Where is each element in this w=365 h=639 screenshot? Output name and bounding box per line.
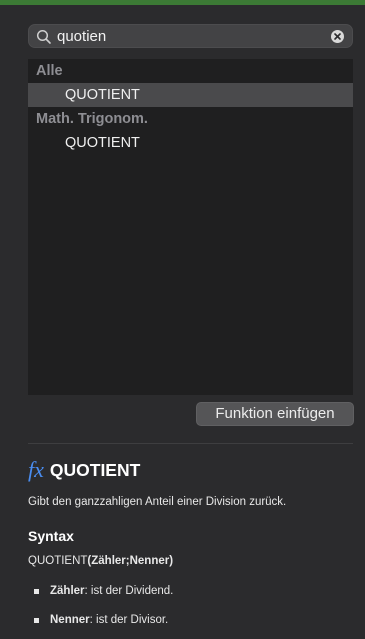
bullet-icon bbox=[34, 617, 39, 623]
search-icon bbox=[36, 29, 51, 44]
syntax-arguments: (Zähler;Nenner) bbox=[87, 555, 174, 567]
window-top-accent-bar bbox=[0, 0, 365, 5]
param-name: Nenner bbox=[50, 614, 90, 626]
result-item-quotient-math[interactable]: QUOTIENT bbox=[28, 131, 353, 155]
divider bbox=[28, 443, 353, 444]
help-description: Gibt den ganzzahligen Anteil einer Divis… bbox=[28, 496, 287, 508]
search-input[interactable] bbox=[57, 27, 317, 45]
result-item-quotient-all[interactable]: QUOTIENT bbox=[28, 83, 353, 107]
param-text: : ist der Divisor. bbox=[89, 614, 169, 626]
param-item: Zähler: ist der Dividend. bbox=[34, 585, 173, 597]
param-item: Nenner: ist der Divisor. bbox=[34, 614, 168, 626]
bullet-icon bbox=[34, 588, 39, 594]
insert-function-button[interactable]: Funktion einfügen bbox=[196, 402, 354, 426]
fx-icon: fx bbox=[28, 457, 44, 482]
param-text: : ist der Dividend. bbox=[84, 585, 174, 597]
search-field[interactable] bbox=[28, 24, 353, 48]
help-function-name: QUOTIENT bbox=[49, 459, 141, 480]
category-header-math-trig: Math. Trigonom. bbox=[36, 111, 148, 127]
function-results-list[interactable]: Alle QUOTIENT Math. Trigonom. QUOTIENT bbox=[28, 59, 353, 395]
category-header-all: Alle bbox=[36, 63, 63, 79]
syntax-heading: Syntax bbox=[28, 528, 74, 544]
syntax-text: QUOTIENT(Zähler;Nenner) bbox=[28, 555, 173, 567]
clear-search-icon[interactable] bbox=[331, 30, 344, 43]
help-title: fx QUOTIENT bbox=[28, 458, 140, 482]
syntax-function: QUOTIENT bbox=[28, 555, 88, 567]
param-name: Zähler bbox=[50, 585, 85, 597]
